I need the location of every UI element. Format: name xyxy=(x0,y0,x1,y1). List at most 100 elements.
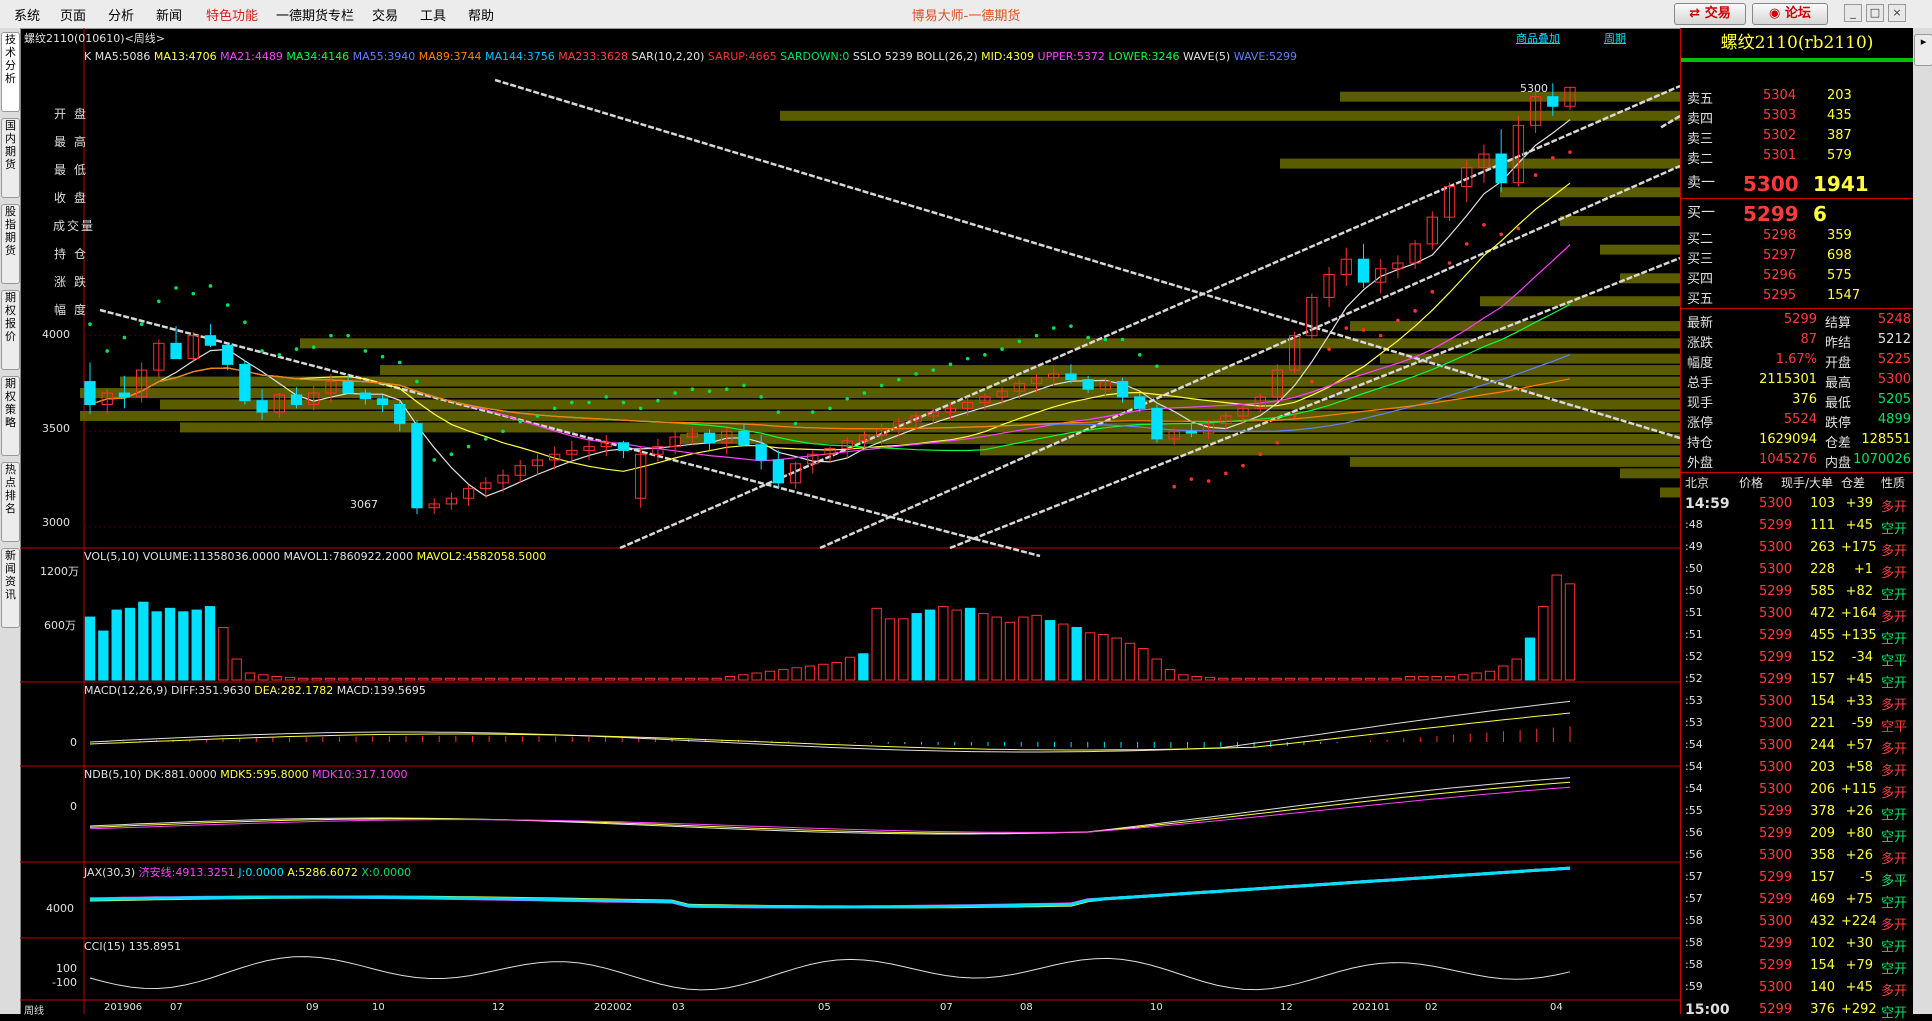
expand-arrow-icon[interactable]: ▸ xyxy=(1914,34,1932,66)
menu-system[interactable]: 系统 xyxy=(14,5,40,24)
sar-dot xyxy=(225,303,230,307)
macd-diff: DIFF:351.9630 xyxy=(171,684,251,697)
tick-header-label: 性质 xyxy=(1881,476,1906,490)
tick-time: :50 xyxy=(1685,584,1703,597)
cci-value: 135.8951 xyxy=(128,940,182,953)
volume-bar xyxy=(324,677,336,681)
volume-bar xyxy=(644,677,656,681)
volume-bar xyxy=(1324,677,1336,681)
indicator-value: MA21:4489 xyxy=(216,50,283,63)
sar-dot xyxy=(897,377,901,382)
time-axis-label: 12 xyxy=(1280,1002,1293,1013)
volume-bar xyxy=(1551,574,1562,681)
bid-price: 5295 xyxy=(1763,288,1797,303)
volume-profile-bar xyxy=(380,365,1680,376)
tick-price: 5299 xyxy=(1759,826,1793,841)
volume-bar xyxy=(1511,658,1522,681)
menu-features[interactable]: 特色功能 xyxy=(206,5,258,24)
tab-option-quotes[interactable]: 期权报价 xyxy=(1,290,20,370)
indicator-value: SARUP:4665 xyxy=(704,50,777,63)
volume-profile-bar xyxy=(1340,91,1680,102)
menu-yide-column[interactable]: 一德期货专栏 xyxy=(276,5,354,24)
volume-profile-bar xyxy=(680,433,1680,444)
tab-domestic-futures[interactable]: 国内期货 xyxy=(1,118,20,198)
menu-help[interactable]: 帮助 xyxy=(468,5,494,24)
menu-trade[interactable]: 交易 xyxy=(372,5,398,24)
tick-volume: 472 xyxy=(1810,606,1835,621)
minimize-button[interactable]: _ xyxy=(1844,4,1862,22)
jax-jisha: 济安线:4913.3251 xyxy=(138,866,235,879)
close-button[interactable]: × xyxy=(1888,4,1906,22)
period-link[interactable]: 周期 xyxy=(1604,30,1626,46)
stat-label: 外盘 xyxy=(1687,456,1714,471)
jax-name: JAX(30,3) xyxy=(84,866,136,879)
tab-index-futures[interactable]: 股指期货 xyxy=(1,204,20,284)
tick-time: :56 xyxy=(1685,826,1703,839)
trade-button[interactable]: ⇄ 交易 xyxy=(1674,3,1746,25)
ask-price: 5302 xyxy=(1763,128,1797,143)
candle-body xyxy=(738,430,750,446)
sar-dot xyxy=(1258,452,1263,457)
time-axis-label: 08 xyxy=(1020,1002,1033,1013)
overlay-commodity-link[interactable]: 商品叠加 xyxy=(1516,30,1560,46)
indicator-value: MA233:3628 xyxy=(554,50,628,63)
menu-tools[interactable]: 工具 xyxy=(420,5,446,24)
sar-dot xyxy=(1120,337,1125,342)
sar-dot xyxy=(879,383,884,388)
sar-dot xyxy=(1275,440,1280,445)
label-low: 最低 xyxy=(53,163,94,177)
volume-bar xyxy=(1378,677,1389,681)
volume-bar xyxy=(1404,676,1416,681)
tick-time: :57 xyxy=(1685,870,1703,883)
stat-label: 涨停 xyxy=(1687,416,1714,431)
volume-bar xyxy=(458,677,469,681)
volume-bar xyxy=(1018,616,1029,681)
tab-option-strategy[interactable]: 期权策略 xyxy=(1,376,20,456)
volume-bar xyxy=(564,677,576,681)
trade-icon: ⇄ xyxy=(1689,6,1701,21)
bid-label: 买四 xyxy=(1687,272,1714,287)
sar-dot xyxy=(1327,347,1331,351)
sar-dot xyxy=(1516,226,1521,231)
sar-dot xyxy=(776,410,781,414)
tick-nature: 空开 xyxy=(1881,896,1908,911)
stat-label: 持仓 xyxy=(1687,436,1714,451)
menu-page[interactable]: 页面 xyxy=(60,5,86,24)
tab-hot-ranking[interactable]: 热点排名 xyxy=(1,462,20,542)
indicator-value: WAVE(5) xyxy=(1179,50,1231,63)
tab-news-info[interactable]: 新闻资讯 xyxy=(1,548,20,628)
volume-bar xyxy=(1058,623,1069,681)
tick-volume: 157 xyxy=(1810,870,1835,885)
tick-time: :51 xyxy=(1685,606,1703,619)
candle-body xyxy=(376,398,389,406)
sar-dot xyxy=(535,414,540,418)
tick-volume: 111 xyxy=(1810,518,1835,533)
tick-oi-change: +57 xyxy=(1845,738,1873,753)
candle-body xyxy=(222,344,234,365)
jax-tick: 4000 xyxy=(46,902,74,915)
menu-news[interactable]: 新闻 xyxy=(156,5,182,24)
volume-bar xyxy=(298,677,309,681)
chart-area[interactable]: 螺纹2110(010610)<周线> 商品叠加 周期 K MA5:5086 MA… xyxy=(20,28,1680,1017)
jax-j: J:0.0000 xyxy=(238,866,284,879)
tick-nature: 多平 xyxy=(1881,874,1908,889)
volume-bar xyxy=(964,607,976,681)
stat-value: 5299 xyxy=(1783,312,1817,327)
volume-bar xyxy=(1071,627,1082,681)
tick-price: 5300 xyxy=(1759,540,1793,555)
tick-price: 5300 xyxy=(1759,694,1793,709)
tab-technical-analysis[interactable]: 技术分析 xyxy=(1,32,20,112)
volume-profile-bar xyxy=(780,110,1680,121)
candle-body xyxy=(755,444,767,461)
volume-bar xyxy=(1031,614,1042,681)
stat-value: 5225 xyxy=(1877,352,1911,367)
maximize-button[interactable]: □ xyxy=(1866,4,1884,22)
volume-bar xyxy=(444,677,456,681)
tick-time: :54 xyxy=(1685,738,1703,751)
forum-button[interactable]: ◉ 论坛 xyxy=(1752,3,1828,25)
sar-dot xyxy=(397,360,402,365)
menu-analysis[interactable]: 分析 xyxy=(108,5,134,24)
tick-price: 5300 xyxy=(1759,760,1793,775)
sar-dot xyxy=(1396,318,1400,323)
tick-volume: 152 xyxy=(1810,650,1835,665)
